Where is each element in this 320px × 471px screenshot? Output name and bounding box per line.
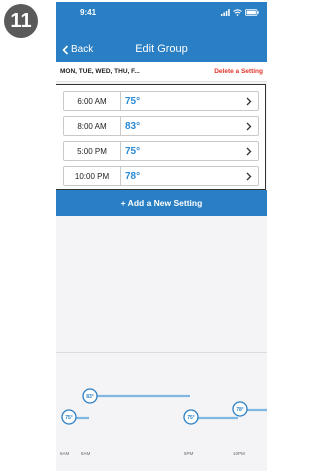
setting-row[interactable]: 8:00 AM 83°	[63, 116, 259, 136]
timeline-axis-label: 6AM	[60, 451, 70, 456]
group-subheader: MON, TUE, WED, THU, F... Delete a Settin…	[56, 62, 267, 82]
setting-row[interactable]: 5:00 PM 75°	[63, 141, 259, 161]
delete-setting-link[interactable]: Delete a Setting	[214, 68, 263, 75]
setting-time: 5:00 PM	[64, 142, 121, 160]
step-number-badge: 11	[4, 4, 38, 38]
setting-row[interactable]: 10:00 PM 78°	[63, 166, 259, 186]
phone-screen: 9:41 Back Edit Group MON, TUE, WED, THU,…	[56, 2, 267, 471]
timeline-marker: 83°	[82, 388, 98, 404]
add-new-setting-button[interactable]: + Add a New Setting	[56, 190, 267, 216]
setting-row[interactable]: 6:00 AM 75°	[63, 91, 259, 111]
setting-time: 6:00 AM	[64, 92, 121, 110]
signal-icon	[221, 9, 230, 16]
timeline-marker: 75°	[183, 409, 199, 425]
battery-icon	[245, 9, 259, 16]
timeline-marker-label: 75°	[65, 415, 73, 421]
setting-time: 10:00 PM	[64, 167, 121, 185]
status-time: 9:41	[80, 8, 97, 17]
wifi-icon	[233, 9, 242, 16]
setting-temperature: 75°	[125, 145, 141, 157]
chevron-right-icon	[240, 97, 258, 106]
page-title: Edit Group	[135, 43, 188, 55]
timeline-marker-label: 78°	[236, 407, 244, 413]
timeline-graphic: 75° 83° 75° 78°	[61, 388, 267, 425]
timeline-marker: 78°	[232, 401, 248, 417]
timeline-marker-label: 75°	[187, 415, 195, 421]
setting-time: 8:00 AM	[64, 117, 121, 135]
timeline-axis-label: 10PM	[233, 451, 245, 456]
timeline-marker-label: 83°	[86, 394, 94, 400]
chevron-right-icon	[240, 147, 258, 156]
chevron-right-icon	[240, 122, 258, 131]
timeline-marker: 75°	[61, 409, 77, 425]
setting-temperature: 78°	[125, 170, 141, 182]
group-days: MON, TUE, WED, THU, F...	[60, 68, 140, 75]
status-icons	[221, 9, 259, 16]
schedule-timeline: 75° 83° 75° 78° 6AM 8AM 5PM 10PM	[56, 358, 267, 471]
setting-temperature: 75°	[125, 95, 141, 107]
timeline-axis-label: 8AM	[81, 451, 91, 456]
timeline-axis-label: 5PM	[184, 451, 194, 456]
settings-list: 6:00 AM 75° 8:00 AM 83° 5:00 PM 75° 10:0…	[56, 84, 266, 190]
setting-temperature: 83°	[125, 120, 141, 132]
navigation-bar: 9:41 Back Edit Group	[56, 2, 267, 62]
chevron-right-icon	[240, 172, 258, 181]
divider	[56, 352, 267, 353]
